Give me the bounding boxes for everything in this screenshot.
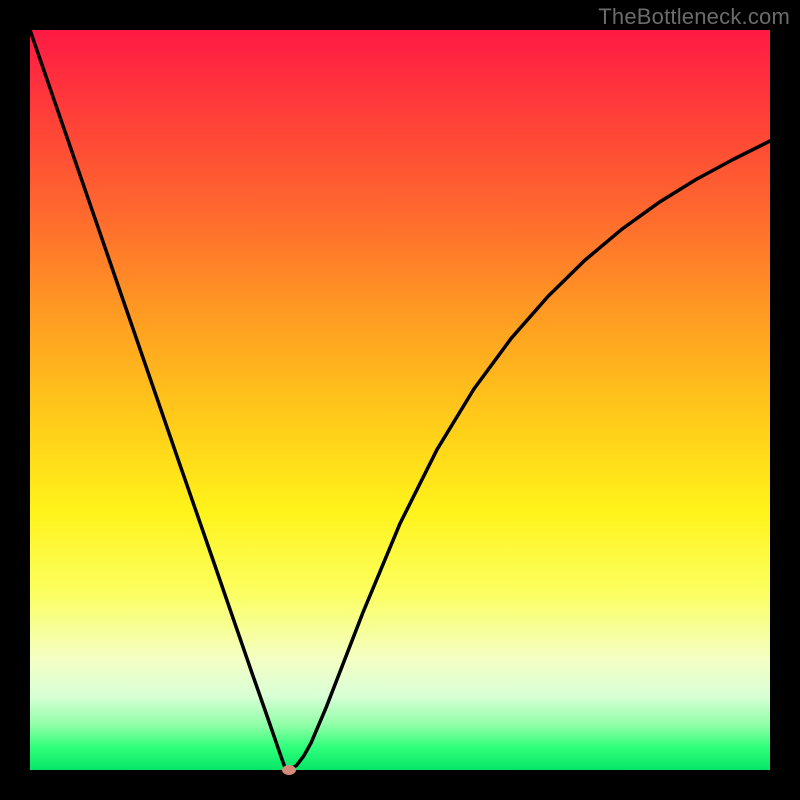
plot-area [30,30,770,770]
curve-layer [30,30,770,770]
watermark-text: TheBottleneck.com [598,4,790,30]
optimum-marker [282,765,296,775]
bottleneck-curve [30,30,770,770]
chart-frame: TheBottleneck.com [0,0,800,800]
